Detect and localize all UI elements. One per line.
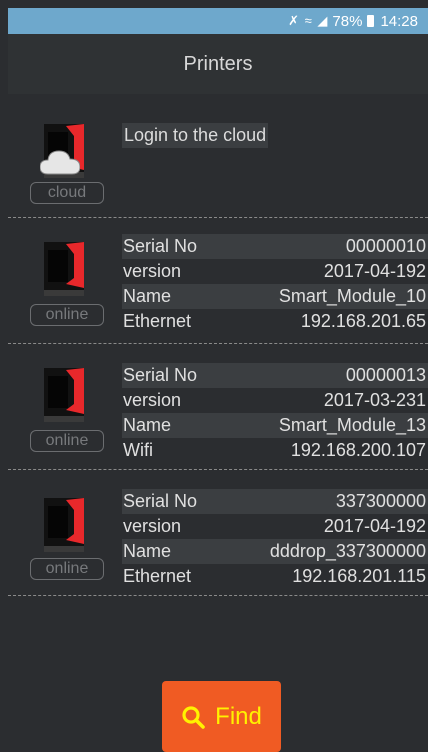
printer-info: Serial No 00000013 version 2017-03-231 N… xyxy=(122,363,428,463)
label: version xyxy=(123,390,182,410)
status-bar: ✗ ≈ ◢ 78% 14:28 xyxy=(8,8,428,34)
network-row: Ethernet 192.168.201.115 xyxy=(122,564,428,589)
value: Smart_Module_13 xyxy=(278,415,426,435)
online-badge: online xyxy=(30,558,104,580)
battery-percent: 78% xyxy=(332,12,363,30)
serial-row: Serial No 00000010 xyxy=(122,234,428,259)
label: Ethernet xyxy=(123,566,192,586)
value: 192.168.201.65 xyxy=(300,311,426,331)
cloud-badge: cloud xyxy=(30,182,104,204)
value: 2017-04-192 xyxy=(323,261,426,281)
find-button-label: Find xyxy=(215,702,262,730)
value: 337300000 xyxy=(335,491,426,511)
login-cloud-text[interactable]: Login to the cloud xyxy=(122,123,269,148)
version-row: version 2017-03-231 xyxy=(122,388,428,413)
printer-item[interactable]: online Serial No 00000010 version 2017-0… xyxy=(8,218,428,344)
printer-icon xyxy=(44,242,84,296)
online-badge: online xyxy=(30,304,104,326)
printer-list: cloud Login to the cloud online Serial N… xyxy=(8,94,428,596)
printer-info: Serial No 00000010 version 2017-04-192 N… xyxy=(122,234,428,334)
label: version xyxy=(123,261,182,281)
label: Serial No xyxy=(123,365,198,385)
battery-icon xyxy=(367,15,375,27)
cloud-icon xyxy=(40,150,80,175)
network-row: Ethernet 192.168.201.65 xyxy=(122,309,428,334)
online-badge: online xyxy=(30,430,104,452)
label: Ethernet xyxy=(123,311,192,331)
label: Serial No xyxy=(123,491,198,511)
label: Wifi xyxy=(123,440,153,460)
label: Name xyxy=(123,286,172,306)
label: Serial No xyxy=(123,236,198,256)
search-icon xyxy=(182,705,205,729)
value: 2017-04-192 xyxy=(323,516,426,536)
printer-info: Serial No 337300000 version 2017-04-192 … xyxy=(122,489,428,589)
label: Name xyxy=(123,415,172,435)
printer-item[interactable]: online Serial No 337300000 version 2017-… xyxy=(8,470,428,596)
version-row: version 2017-04-192 xyxy=(122,514,428,539)
value: dddrop_337300000 xyxy=(269,541,426,561)
clock: 14:28 xyxy=(380,12,418,30)
serial-row: Serial No 00000013 xyxy=(122,363,428,388)
find-button[interactable]: Find xyxy=(162,681,281,752)
name-row: Name Smart_Module_10 xyxy=(122,284,428,309)
serial-row: Serial No 337300000 xyxy=(122,489,428,514)
app-bar: Printers xyxy=(8,34,428,94)
printer-item[interactable]: online Serial No 00000013 version 2017-0… xyxy=(8,344,428,470)
value: 00000013 xyxy=(345,365,426,385)
divider xyxy=(8,595,428,596)
label: Name xyxy=(123,541,172,561)
printer-icon xyxy=(44,498,84,552)
value: 192.168.200.107 xyxy=(290,440,426,460)
printer-icon xyxy=(44,368,84,422)
value: Smart_Module_10 xyxy=(278,286,426,306)
network-row: Wifi 192.168.200.107 xyxy=(122,438,428,463)
signal-icons: ✗ ≈ ◢ xyxy=(288,13,329,28)
name-row: Name dddrop_337300000 xyxy=(122,539,428,564)
page-title: Printers xyxy=(183,52,253,75)
value: 2017-03-231 xyxy=(323,390,426,410)
name-row: Name Smart_Module_13 xyxy=(122,413,428,438)
cloud-login-item[interactable]: cloud Login to the cloud xyxy=(8,94,428,218)
version-row: version 2017-04-192 xyxy=(122,259,428,284)
label: version xyxy=(123,516,182,536)
value: 00000010 xyxy=(345,236,426,256)
value: 192.168.201.115 xyxy=(292,566,426,586)
